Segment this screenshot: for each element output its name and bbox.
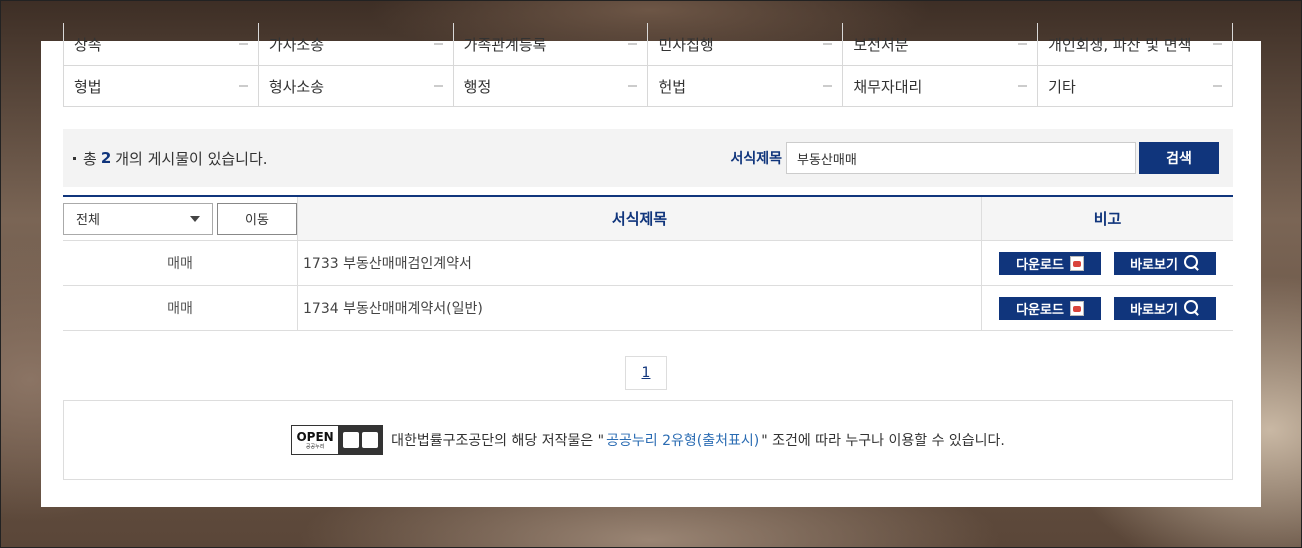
result-count-suffix: 개의 게시물이 있습니다. xyxy=(115,149,268,168)
search-bar: 총 2 개의 게시물이 있습니다. 서식제목 검색 xyxy=(63,129,1233,187)
search-icon xyxy=(1183,300,1200,316)
category-filter-select[interactable]: 전체 xyxy=(63,202,213,235)
caret-down-icon xyxy=(190,215,200,222)
download-button[interactable]: 다운로드 xyxy=(999,296,1101,320)
category-label: 채무자대리 xyxy=(853,77,923,96)
minus-icon xyxy=(1018,85,1028,87)
license-link[interactable]: 공공누리 2유형(출처표시) xyxy=(606,430,759,450)
category-label: 가족관계등록 xyxy=(463,35,547,54)
minus-icon xyxy=(433,85,443,87)
category-item[interactable]: 형사소송 xyxy=(259,66,454,106)
minus-icon xyxy=(628,43,638,45)
category-item[interactable]: 가족관계등록 xyxy=(454,23,649,65)
minus-icon xyxy=(1018,43,1028,45)
category-item[interactable]: 기타 xyxy=(1038,66,1233,106)
license-text-before: 대한법률구조공단의 해당 저작물은 " xyxy=(391,433,605,449)
view-button[interactable]: 바로보기 xyxy=(1114,296,1216,320)
move-button[interactable]: 이동 xyxy=(217,202,297,235)
license-marks xyxy=(338,426,383,454)
content-panel: 상속 가사소송 가족관계등록 민사집행 보전처분 개인회생, 파산 및 면책 형… xyxy=(41,23,1261,507)
category-filter-value: 전체 xyxy=(76,213,100,228)
minus-icon xyxy=(1212,43,1222,45)
category-label: 보전처분 xyxy=(853,35,909,54)
download-button[interactable]: 다운로드 xyxy=(999,251,1101,275)
table-header: 전체 이동 서식제목 비고 xyxy=(63,197,1233,241)
filter-controls: 전체 이동 xyxy=(63,197,298,240)
search-controls: 서식제목 검색 xyxy=(730,142,1219,174)
column-header-title: 서식제목 xyxy=(298,197,982,240)
minus-icon xyxy=(238,43,248,45)
license-text-after: " 조건에 따라 누구나 이용할 수 있습니다. xyxy=(761,433,1005,449)
minus-icon xyxy=(1212,85,1222,87)
category-label: 행정 xyxy=(463,77,492,96)
category-label: 헌법 xyxy=(658,77,687,96)
open-logo-text: OPEN xyxy=(296,429,334,444)
minus-icon xyxy=(628,85,638,87)
category-label: 가사소송 xyxy=(268,35,325,54)
attribution-icon xyxy=(342,432,359,448)
category-grid: 상속 가사소송 가족관계등록 민사집행 보전처분 개인회생, 파산 및 면책 형… xyxy=(63,23,1233,107)
category-item[interactable]: 헌법 xyxy=(648,66,844,106)
category-item[interactable]: 민사집행 xyxy=(648,23,844,65)
search-button[interactable]: 검색 xyxy=(1139,142,1219,174)
category-item[interactable]: 가사소송 xyxy=(259,23,454,65)
search-icon xyxy=(1183,255,1200,271)
kogl-license-badge: OPEN 공공누리 xyxy=(291,425,384,455)
result-count-prefix: 총 xyxy=(83,149,97,168)
category-row: 형법 형사소송 행정 헌법 채무자대리 기타 xyxy=(64,66,1233,107)
hwp-file-icon xyxy=(1069,300,1084,316)
category-label: 형법 xyxy=(74,77,102,96)
noncommercial-icon xyxy=(361,432,378,448)
row-title[interactable]: 1733 부동산매매검인계약서 xyxy=(298,241,982,285)
category-row: 상속 가사소송 가족관계등록 민사집행 보전처분 개인회생, 파산 및 면책 xyxy=(64,23,1233,66)
category-item[interactable]: 행정 xyxy=(454,66,649,106)
category-label: 개인회생, 파산 및 면책 xyxy=(1048,35,1192,54)
page-link-current[interactable]: 1 xyxy=(625,356,667,390)
download-label: 다운로드 xyxy=(1016,302,1064,318)
minus-icon xyxy=(433,43,443,45)
category-item[interactable]: 채무자대리 xyxy=(843,66,1039,106)
row-title[interactable]: 1734 부동산매매계약서(일반) xyxy=(298,286,982,330)
forms-table: 전체 이동 서식제목 비고 매매 1733 부동산매매검인계약서 다운로드 바로… xyxy=(63,195,1233,331)
search-label: 서식제목 xyxy=(730,151,782,167)
result-count-number: 2 xyxy=(100,149,112,167)
category-item[interactable]: 개인회생, 파산 및 면책 xyxy=(1038,23,1233,65)
table-row: 매매 1734 부동산매매계약서(일반) 다운로드 바로보기 xyxy=(63,286,1233,331)
category-label: 형사소송 xyxy=(268,77,325,96)
row-actions: 다운로드 바로보기 xyxy=(982,241,1233,285)
open-logo-subtext: 공공누리 xyxy=(305,443,325,450)
row-actions: 다운로드 바로보기 xyxy=(982,286,1233,330)
result-count: 총 2 개의 게시물이 있습니다. xyxy=(73,148,268,169)
license-notice: OPEN 공공누리 대한법률구조공단의 해당 저작물은 " 공공누리 2유형(출… xyxy=(63,400,1233,480)
minus-icon xyxy=(238,85,248,87)
category-item[interactable]: 보전처분 xyxy=(843,23,1039,65)
pagination: 1 xyxy=(625,356,667,390)
minus-icon xyxy=(823,85,833,87)
open-logo: OPEN 공공누리 xyxy=(292,426,338,454)
table-row: 매매 1733 부동산매매검인계약서 다운로드 바로보기 xyxy=(63,241,1233,286)
category-label: 기타 xyxy=(1048,77,1076,96)
minus-icon xyxy=(823,43,833,45)
view-label: 바로보기 xyxy=(1130,302,1178,318)
category-label: 민사집행 xyxy=(658,35,714,54)
hwp-file-icon xyxy=(1069,255,1084,271)
category-item[interactable]: 형법 xyxy=(64,66,259,106)
view-button[interactable]: 바로보기 xyxy=(1114,251,1216,275)
category-item[interactable]: 상속 xyxy=(64,23,259,65)
category-label: 상속 xyxy=(74,35,102,54)
row-category: 매매 xyxy=(63,286,298,330)
download-label: 다운로드 xyxy=(1016,257,1064,273)
bullet-icon xyxy=(73,156,76,160)
search-input[interactable] xyxy=(786,142,1136,174)
view-label: 바로보기 xyxy=(1130,257,1178,273)
row-category: 매매 xyxy=(63,241,298,285)
column-header-note: 비고 xyxy=(1093,210,1122,228)
